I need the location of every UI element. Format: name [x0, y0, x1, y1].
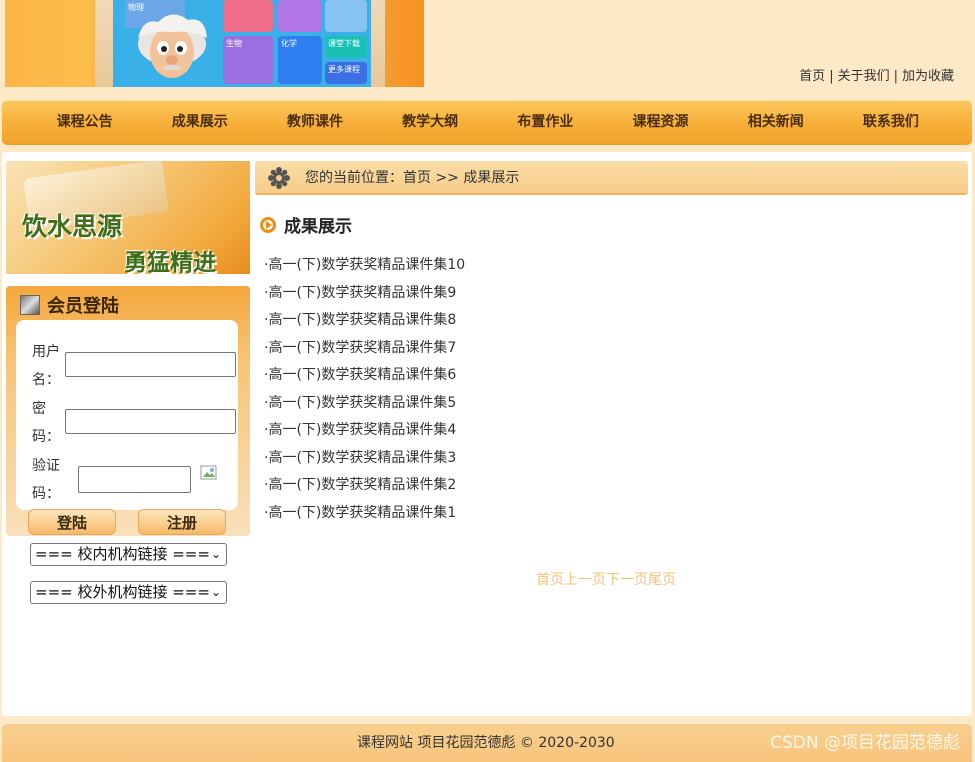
register-button[interactable]: 注册 — [138, 509, 226, 535]
home-link[interactable]: 首页 — [799, 69, 825, 84]
nav-item-courseware[interactable]: 教师课件 — [257, 100, 372, 145]
list-item[interactable]: ·高一(下)数学获奖精品课件集4 — [264, 417, 465, 445]
flower-gear-icon — [268, 167, 290, 189]
list-item[interactable]: ·高一(下)数学获奖精品课件集5 — [264, 390, 465, 418]
nav-item-syllabus[interactable]: 教学大纲 — [373, 100, 488, 145]
username-label: 用户名： — [32, 344, 60, 388]
captcha-label: 验证码： — [32, 458, 60, 502]
promo-banner: 饮水思源 勇猛精进 — [6, 161, 250, 274]
top-links: 首页 | 关于我们 | 加为收藏 — [799, 69, 954, 84]
login-button[interactable]: 登陆 — [28, 509, 116, 535]
promo-line2: 勇猛精进 — [124, 250, 216, 274]
chevron-down-icon: ⌄ — [210, 547, 221, 561]
promo-line1: 饮水思源 — [22, 212, 123, 241]
breadcrumb-text: 您的当前位置：首页 >> 成果展示 — [305, 170, 520, 186]
section-title: 成果展示 — [284, 217, 352, 237]
header-banner: 物理 生物 化学 课堂下载 更多课程 — [5, 0, 424, 87]
first-page-link[interactable]: 首页 — [536, 572, 564, 588]
password-input[interactable] — [65, 409, 236, 434]
watermark: CSDN @项目花园范德彪 — [770, 733, 960, 753]
play-circle-icon — [260, 216, 276, 233]
bookmark-link[interactable]: 加为收藏 — [902, 69, 954, 84]
subject-board: 物理 生物 化学 课堂下载 更多课程 — [113, 0, 371, 87]
main-nav: 课程公告 成果展示 教师课件 教学大纲 布置作业 课程资源 相关新闻 联系我们 — [2, 100, 972, 145]
site-footer: 课程网站 项目花园范德彪 © 2020-2030 CSDN @项目花园范德彪 — [2, 724, 972, 762]
login-title: 会员登陆 — [47, 296, 119, 317]
banner-tile-chemistry: 化学 — [278, 36, 322, 84]
external-links-select[interactable]: === 校外机构链接 === ⌄ — [30, 581, 227, 604]
list-item[interactable]: ·高一(下)数学获奖精品课件集8 — [264, 307, 465, 335]
last-page-link[interactable]: 尾页 — [648, 572, 676, 588]
list-item[interactable]: ·高一(下)数学获奖精品课件集3 — [264, 445, 465, 473]
list-item[interactable]: ·高一(下)数学获奖精品课件集6 — [264, 362, 465, 390]
scientist-cartoon-icon — [138, 14, 207, 78]
next-page-link[interactable]: 下一页 — [606, 572, 648, 588]
nav-item-news[interactable]: 相关新闻 — [718, 100, 833, 145]
footer-copyright: 课程网站 项目花园范德彪 © 2020-2030 — [357, 735, 615, 751]
login-header-icon — [20, 295, 40, 315]
nav-item-announcements[interactable]: 课程公告 — [27, 100, 142, 145]
prev-page-link[interactable]: 上一页 — [564, 572, 606, 588]
captcha-image-icon[interactable] — [200, 464, 218, 482]
list-item[interactable]: ·高一(下)数学获奖精品课件集10 — [264, 252, 465, 280]
captcha-input[interactable] — [78, 466, 191, 493]
chevron-down-icon: ⌄ — [210, 585, 221, 599]
list-item[interactable]: ·高一(下)数学获奖精品课件集7 — [264, 335, 465, 363]
banner-tile-more: 更多课程 — [325, 62, 367, 84]
site-header: 物理 生物 化学 课堂下载 更多课程 首页 | 关于我们 | 加为收藏 — [0, 0, 975, 90]
nav-item-contact[interactable]: 联系我们 — [833, 100, 948, 145]
list-item[interactable]: ·高一(下)数学获奖精品课件集2 — [264, 472, 465, 500]
internal-links-select[interactable]: === 校内机构链接 === ⌄ — [30, 543, 227, 566]
username-input[interactable] — [65, 352, 236, 377]
login-header: 会员登陆 — [20, 292, 119, 318]
achievement-list: ·高一(下)数学获奖精品课件集10 ·高一(下)数学获奖精品课件集9 ·高一(下… — [264, 252, 465, 527]
about-link[interactable]: 关于我们 — [838, 69, 890, 84]
banner-tile-download: 课堂下载 — [325, 36, 367, 58]
breadcrumb: 您的当前位置：首页 >> 成果展示 — [255, 161, 968, 195]
list-item[interactable]: ·高一(下)数学获奖精品课件集1 — [264, 500, 465, 528]
nav-item-resources[interactable]: 课程资源 — [603, 100, 718, 145]
nav-item-homework[interactable]: 布置作业 — [488, 100, 603, 145]
password-label: 密码： — [32, 401, 60, 445]
section-heading: 成果展示 — [260, 212, 352, 237]
banner-tile-biology: 生物 — [223, 36, 273, 84]
list-item[interactable]: ·高一(下)数学获奖精品课件集9 — [264, 280, 465, 308]
nav-item-achievements[interactable]: 成果展示 — [142, 100, 257, 145]
pagination: 首页上一页下一页尾页 — [536, 569, 676, 589]
main-content: 饮水思源 勇猛精进 会员登陆 用户名： 密码： 验证码： 登陆 注册 === 校… — [2, 152, 972, 716]
